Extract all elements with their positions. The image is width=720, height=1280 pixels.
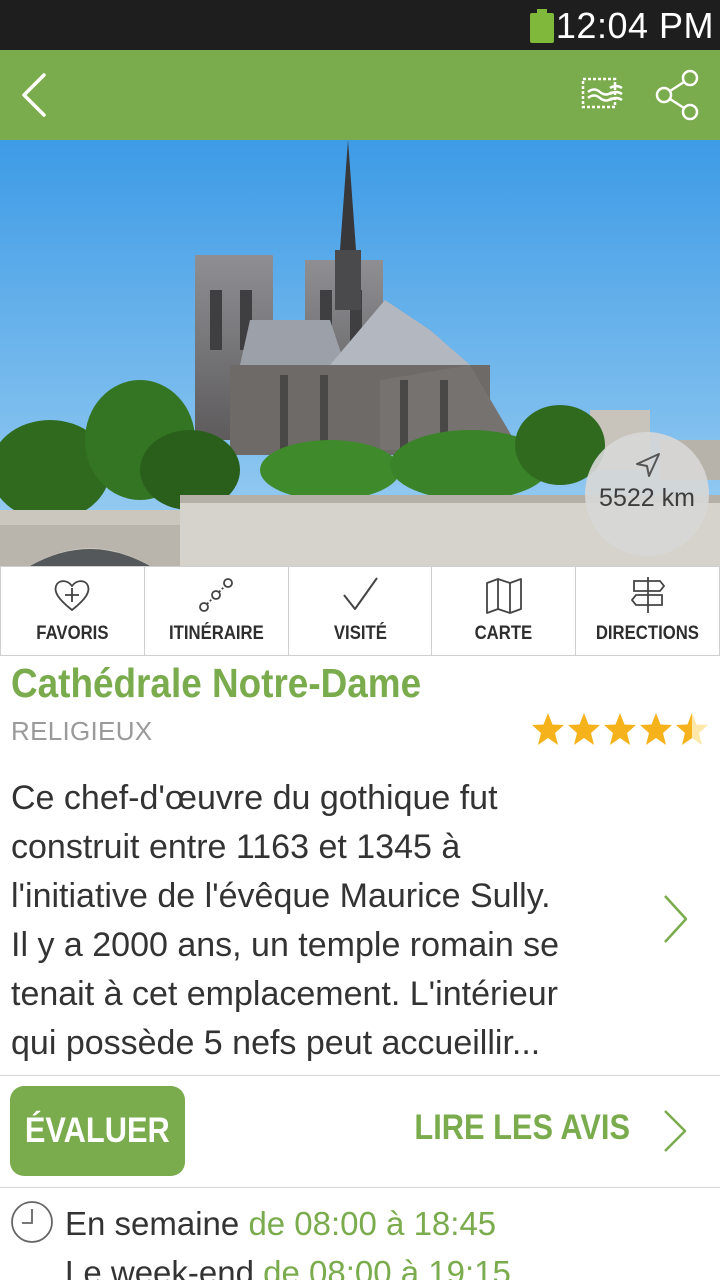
description-line: Ce chef-d'œuvre du gothique fut (11, 779, 498, 817)
clock-icon (11, 1201, 53, 1243)
checkmark-icon (343, 577, 378, 610)
navigation-arrow-icon (636, 453, 660, 477)
back-chevron-icon (22, 73, 46, 117)
route-button[interactable]: ITINÉRAIRE (145, 567, 289, 655)
divider (0, 1075, 720, 1076)
half-star-icon (676, 713, 708, 745)
favorites-label: FAVORIS (36, 623, 109, 644)
description-line: l'initiative de l'évêque Maurice Sully. (11, 877, 551, 915)
star-icon (568, 713, 600, 745)
hours-weekday: En semaine de 08:00 à 18:45 (65, 1205, 496, 1243)
rate-button-label: ÉVALUER (25, 1111, 170, 1150)
map-button[interactable]: CARTE (432, 567, 577, 655)
hours-weekend: Le week-end de 08:00 à 19:15 (65, 1254, 511, 1280)
back-button[interactable] (12, 68, 66, 122)
description-line: qui possède 5 nefs peut accueillir... (11, 1024, 541, 1062)
favorites-button[interactable]: FAVORIS (0, 567, 145, 655)
read-reviews-link[interactable]: LIRE LES AVIS (370, 1108, 630, 1148)
hours-time: de 08:00 à 19:15 (263, 1254, 511, 1280)
action-toolbar: FAVORIS ITINÉRAIRE VISITÉ CARTE DIRECTIO… (0, 566, 720, 656)
place-description[interactable]: Ce chef-d'œuvre du gothique fut construi… (11, 774, 641, 1068)
star-rating (530, 710, 710, 754)
visited-button[interactable]: VISITÉ (289, 567, 433, 655)
star-icon (604, 713, 636, 745)
heart-plus-icon (55, 580, 90, 612)
rate-button[interactable]: ÉVALUER (10, 1086, 185, 1176)
hero-image: 5522 km (0, 140, 720, 566)
star-icon (532, 713, 564, 745)
route-icon (199, 578, 234, 612)
reviews-chevron-icon[interactable] (660, 1108, 690, 1154)
battery-icon (530, 9, 554, 43)
route-label: ITINÉRAIRE (168, 623, 264, 644)
directions-label: DIRECTIONS (596, 623, 700, 644)
map-label: CARTE (474, 623, 533, 644)
divider (0, 1187, 720, 1188)
postcard-button[interactable] (576, 72, 630, 118)
status-time: 12:04 PM (555, 5, 714, 46)
status-bar: 12:04 PM (0, 0, 720, 50)
description-more-chevron-icon[interactable] (658, 892, 692, 946)
signpost-icon (630, 577, 665, 613)
visited-label: VISITÉ (333, 623, 387, 644)
app-bar (0, 50, 720, 140)
share-icon (655, 69, 699, 121)
directions-button[interactable]: DIRECTIONS (576, 567, 720, 655)
postcard-stamp-icon (581, 77, 623, 109)
map-icon (485, 578, 522, 614)
description-line: construit entre 1163 et 1345 à (11, 828, 461, 866)
hours-label: Le week-end (65, 1254, 254, 1280)
description-line: tenait à cet emplacement. L'intérieur (11, 975, 559, 1013)
place-category: RELIGIEUX (11, 716, 153, 746)
hours-label: En semaine (65, 1205, 240, 1242)
distance-badge[interactable]: 5522 km (585, 432, 709, 556)
hours-time: de 08:00 à 18:45 (248, 1205, 497, 1242)
description-line: Il y a 2000 ans, un temple romain se (11, 926, 560, 964)
place-title: Cathédrale Notre-Dame (11, 660, 422, 706)
star-icon (640, 713, 672, 745)
read-reviews-label: LIRE LES AVIS (414, 1108, 630, 1147)
distance-value: 5522 km (599, 484, 695, 512)
share-button[interactable] (652, 68, 706, 122)
